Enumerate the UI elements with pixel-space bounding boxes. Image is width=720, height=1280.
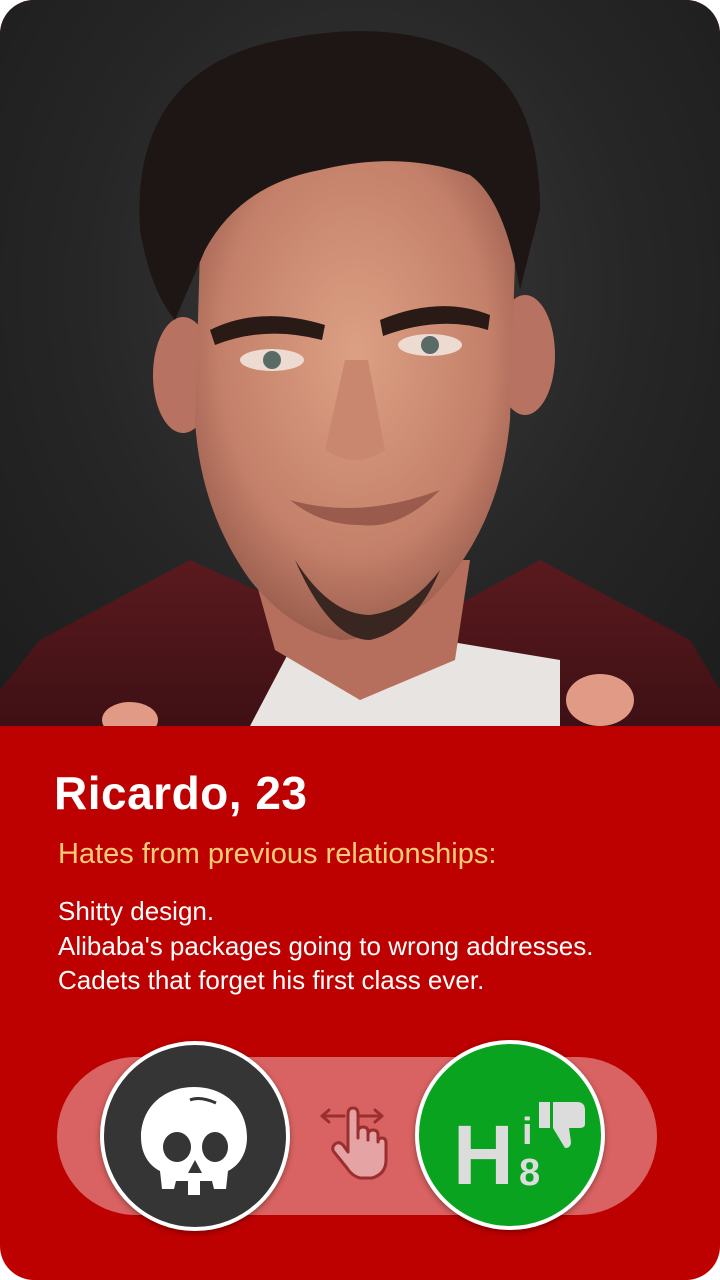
profile-card[interactable]: Ricardo, 23 Hates from previous relation…: [0, 0, 720, 1280]
hate-item: Alibaba's packages going to wrong addres…: [58, 930, 594, 961]
hates-heading: Hates from previous relationships:: [58, 838, 497, 870]
hate-item: Shitty design.: [58, 896, 215, 926]
skip-button[interactable]: [100, 1041, 290, 1231]
hate-item: Cadets that forget his first class ever.: [58, 965, 485, 995]
profile-name-age: Ricardo, 23: [54, 767, 308, 819]
h8-logo-letter: H: [453, 1108, 514, 1202]
swipe-hand-icon: [318, 1100, 392, 1180]
profile-photo: [0, 0, 720, 726]
hate-button[interactable]: H 8 i: [415, 1040, 605, 1230]
h8-logo-icon: H 8 i: [453, 1102, 585, 1202]
skull-icon: [141, 1087, 247, 1195]
hates-list: Shitty design. Alibaba's packages going …: [58, 894, 593, 998]
h8-logo-number: 8: [519, 1152, 540, 1194]
thumbs-down-icon: [539, 1102, 585, 1148]
h8-logo-mark: i: [522, 1111, 533, 1153]
